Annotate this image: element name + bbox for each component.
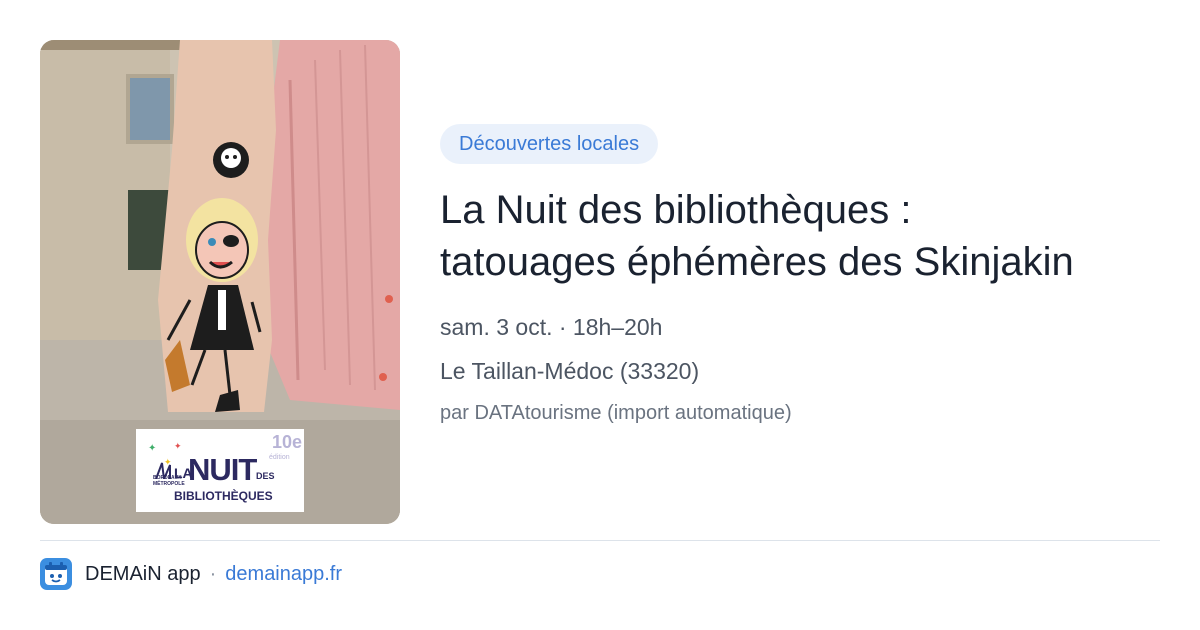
logo-edition-number: 10e: [272, 432, 303, 452]
footer-divider: [40, 540, 1160, 541]
event-title[interactable]: La Nuit des bibliothèques : tatouages ép…: [440, 184, 1180, 288]
svg-text:✦: ✦: [174, 441, 182, 451]
nuit-des-bibliotheques-logo: ✦ ✦ ✦ LA NUIT DES BIBLIOTHÈQUES 10e édit…: [136, 429, 304, 512]
category-badge[interactable]: Découvertes locales: [440, 124, 659, 164]
event-date-time: sam. 3 oct. · 18h–20h: [440, 314, 663, 340]
svg-text:✦: ✦: [148, 443, 156, 454]
event-title-line-1: La Nuit des bibliothèques :: [440, 188, 912, 232]
event-location: Le Taillan-Médoc (33320): [440, 358, 700, 384]
domain-link[interactable]: demainapp.fr: [225, 563, 342, 586]
footer: DEMAiN app · demainapp.fr: [40, 558, 342, 590]
event-source: par DATAtourisme (import automatique): [440, 402, 792, 424]
logo-edition-word: édition: [269, 454, 290, 461]
app-name[interactable]: DEMAiN app: [85, 563, 201, 586]
logo-bibliotheques-text: BIBLIOTHÈQUES: [174, 489, 273, 503]
event-photo: ✦ ✦ ✦ LA NUIT DES BIBLIOTHÈQUES 10e édit…: [40, 40, 400, 524]
logo-nuit-text: NUIT: [188, 452, 257, 487]
logo-bordeaux-metropole: BORDEAUX MÉTROPOLE: [153, 475, 185, 487]
event-card[interactable]: ✦ ✦ ✦ LA NUIT DES BIBLIOTHÈQUES 10e édit…: [0, 0, 1200, 630]
event-title-line-2: tatouages éphémères des Skinjakin: [440, 240, 1074, 284]
demain-app-icon[interactable]: [40, 558, 72, 590]
logo-des-text: DES: [256, 471, 275, 481]
footer-separator: ·: [209, 562, 217, 585]
